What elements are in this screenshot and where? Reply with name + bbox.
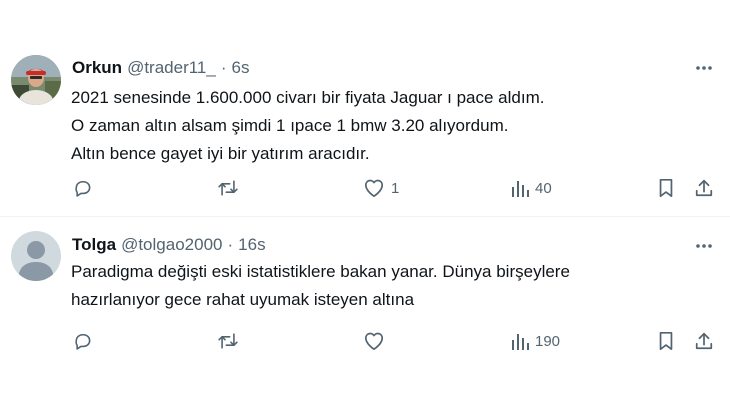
timestamp[interactable]: 6s: [232, 58, 250, 77]
more-icon: [696, 244, 712, 248]
tweet-line: O zaman altın alsam şimdi 1 ıpace 1 bmw …: [71, 116, 509, 135]
tweet-line: Paradigma değişti eski istatistiklere ba…: [71, 262, 570, 281]
view-count: 40: [535, 179, 552, 197]
author-name[interactable]: Tolga: [72, 235, 116, 254]
repost-icon: [218, 180, 238, 196]
separator-dot: ·: [227, 235, 234, 254]
view-count: 190: [535, 332, 561, 350]
share-icon: [695, 332, 713, 350]
repost-button[interactable]: [217, 326, 245, 356]
tweet-line: Altın bence gayet iyi bir yatırım aracıd…: [71, 144, 370, 163]
more-icon: [696, 66, 712, 70]
avatar-orkun[interactable]: [11, 55, 61, 105]
views-button[interactable]: 190: [511, 326, 560, 356]
share-button[interactable]: [694, 326, 714, 356]
more-button[interactable]: [692, 56, 716, 80]
tweet-header: Tolga @tolgao2000 · 16s: [72, 234, 266, 256]
repost-button[interactable]: [217, 173, 245, 203]
bookmark-button[interactable]: [657, 173, 675, 203]
reply-icon: [75, 180, 91, 197]
tweet-line: 2021 senesinde 1.600.000 civarı bir fiya…: [71, 88, 545, 107]
avatar-tolga[interactable]: [11, 231, 61, 281]
reply-button[interactable]: [73, 173, 99, 203]
author-handle[interactable]: @trader11_: [127, 58, 216, 77]
author-handle[interactable]: @tolgao2000: [121, 235, 222, 254]
bookmark-button[interactable]: [657, 326, 675, 356]
tweet-text: Paradigma değişti eski istatistiklere ba…: [71, 258, 570, 314]
share-icon: [695, 179, 713, 197]
more-button[interactable]: [692, 234, 716, 258]
repost-icon: [218, 333, 238, 349]
reply-icon: [75, 333, 91, 350]
action-bar: 1 40: [0, 173, 730, 203]
heart-icon: [364, 179, 384, 198]
views-button[interactable]: 40: [511, 173, 552, 203]
views-icon: [512, 181, 529, 197]
tweet-text: 2021 senesinde 1.600.000 civarı bir fiya…: [71, 84, 544, 168]
tweet-tolga[interactable]: Tolga @tolgao2000 · 16s Paradigma değişti e…: [0, 216, 730, 420]
reply-button[interactable]: [73, 326, 99, 356]
action-bar: 190: [0, 326, 730, 356]
like-button[interactable]: [363, 326, 391, 356]
heart-icon: [364, 332, 384, 351]
tweet-line: hazırlanıyor gece rahat uyumak isteyen a…: [71, 290, 415, 309]
share-button[interactable]: [694, 173, 714, 203]
bookmark-icon: [659, 331, 673, 351]
like-button[interactable]: 1: [363, 173, 399, 203]
separator-dot: ·: [220, 58, 227, 77]
timestamp[interactable]: 16s: [238, 235, 265, 254]
views-icon: [512, 334, 529, 350]
like-count: 1: [391, 179, 400, 197]
author-name[interactable]: Orkun: [72, 58, 122, 77]
tweet-header: Orkun @trader11_ · 6s: [72, 57, 249, 79]
tweet-orkun[interactable]: Orkun @trader11_ · 6s 2021 senesinde 1.600.…: [0, 0, 730, 216]
bookmark-icon: [659, 178, 673, 198]
